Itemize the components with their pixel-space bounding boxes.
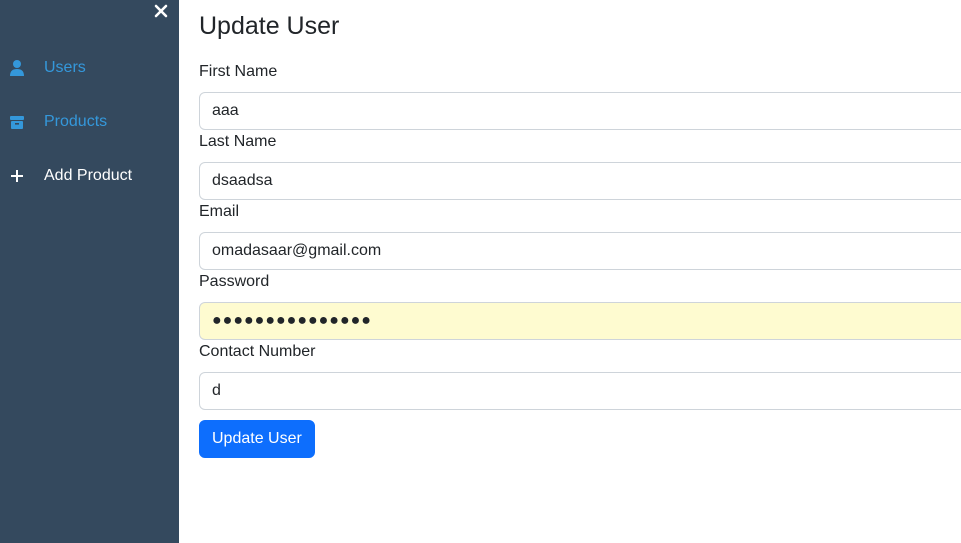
sidebar-item-label: Products [44, 113, 108, 130]
email-group: Email [199, 200, 961, 270]
password-label: Password [199, 273, 270, 290]
sidebar: Users Products Add Product [0, 0, 179, 543]
app-root: Users Products Add Product Update User F… [0, 0, 961, 543]
last-name-group: Last Name [199, 130, 961, 200]
first-name-group: First Name [199, 60, 961, 130]
first-name-label: First Name [199, 63, 278, 80]
sidebar-item-users[interactable]: Users [0, 50, 179, 86]
box-icon [9, 113, 25, 131]
page-title: Update User [199, 12, 340, 40]
sidebar-item-label: Users [44, 59, 86, 76]
update-user-form: First Name Last Name Email Password Cont… [199, 60, 961, 458]
email-input[interactable] [199, 232, 961, 270]
sidebar-item-products[interactable]: Products [0, 104, 179, 140]
email-label: Email [199, 203, 240, 220]
contact-number-label: Contact Number [199, 343, 316, 360]
contact-number-input[interactable] [199, 372, 961, 410]
close-icon[interactable] [151, 2, 171, 22]
user-icon [9, 59, 25, 77]
last-name-input[interactable] [199, 162, 961, 200]
contact-number-group: Contact Number [199, 340, 961, 410]
sidebar-nav: Users Products Add Product [0, 50, 179, 212]
last-name-label: Last Name [199, 133, 277, 150]
plus-icon [9, 167, 25, 185]
sidebar-item-add-product[interactable]: Add Product [0, 158, 179, 194]
password-input[interactable] [199, 302, 961, 340]
first-name-input[interactable] [199, 92, 961, 130]
update-user-button[interactable]: Update User [199, 420, 315, 458]
password-group: Password [199, 270, 961, 340]
sidebar-item-label: Add Product [44, 167, 133, 184]
main-content: Update User First Name Last Name Email P… [179, 0, 961, 543]
